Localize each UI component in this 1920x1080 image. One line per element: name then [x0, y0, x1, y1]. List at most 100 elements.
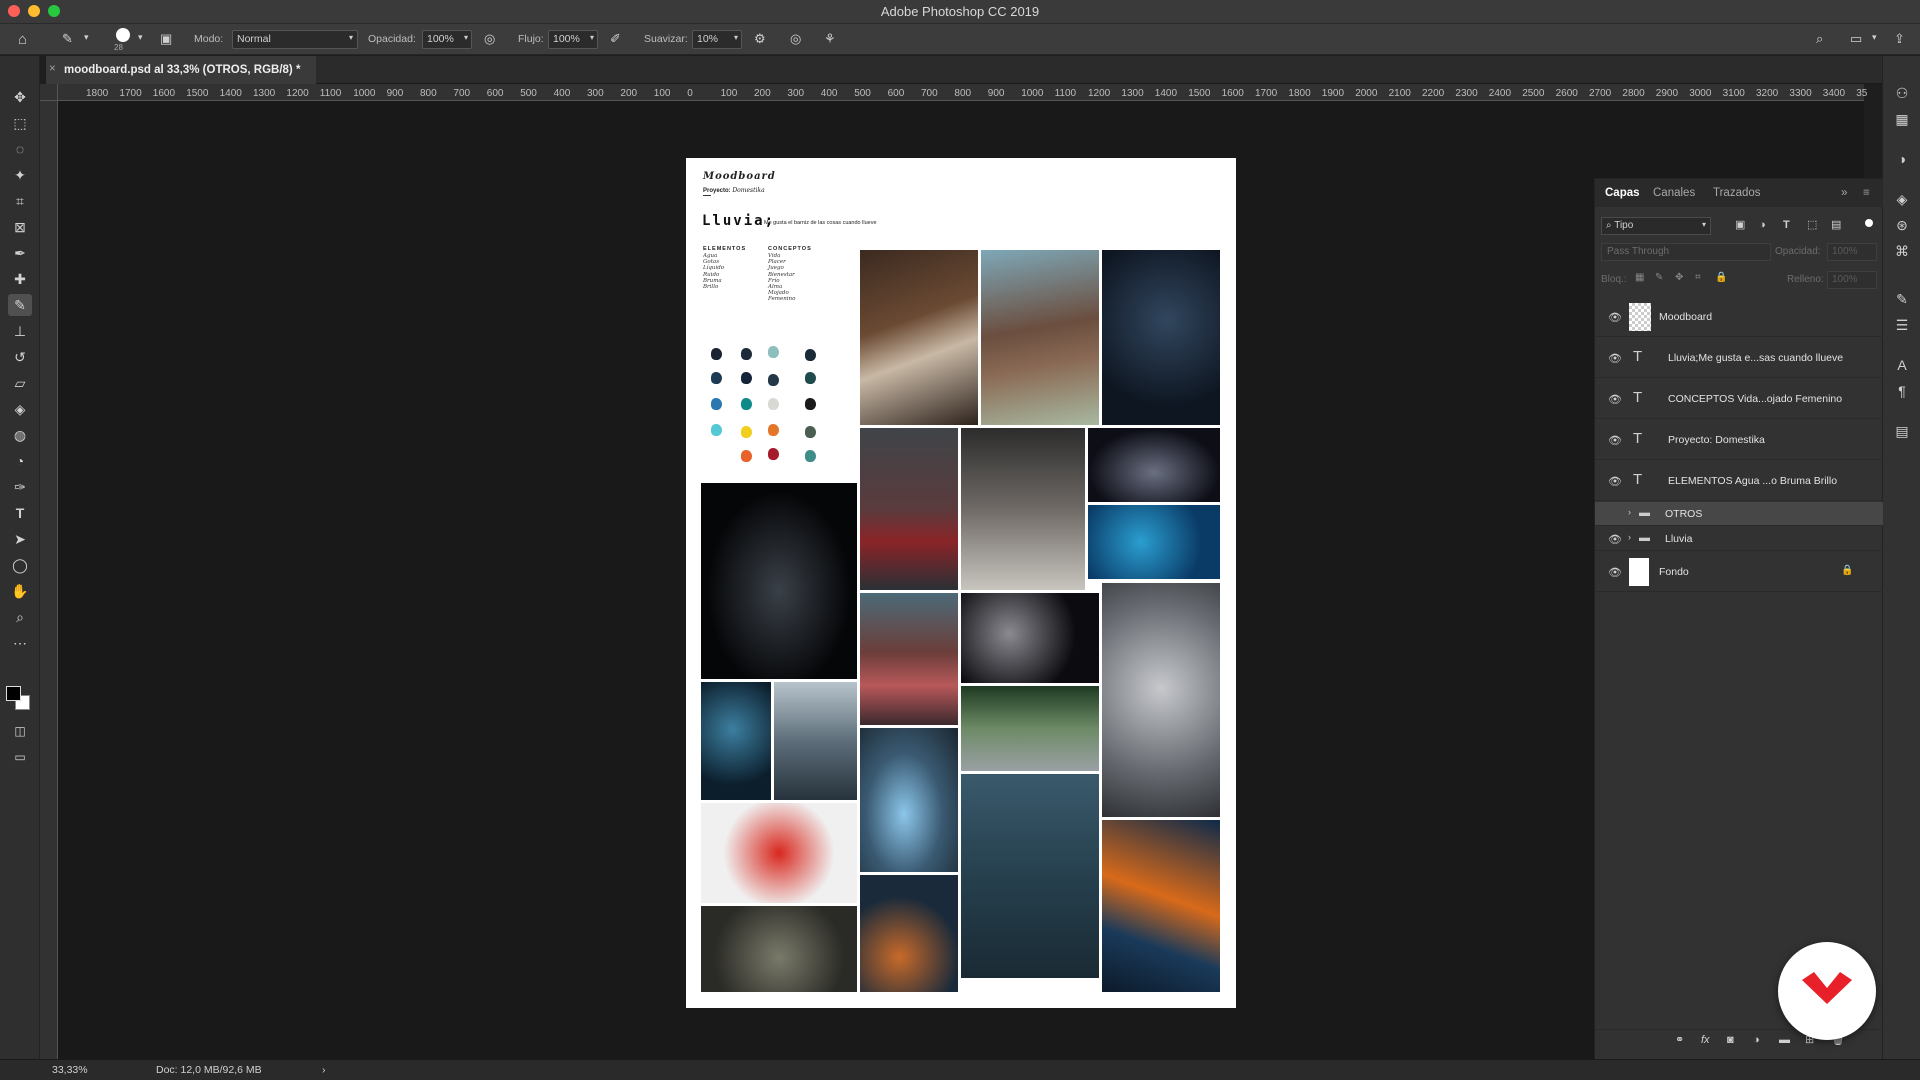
stamp-tool-icon[interactable]: ⊥: [8, 320, 32, 342]
chevron-down-icon[interactable]: ▾: [1872, 33, 1877, 42]
layer-opacity-input[interactable]: 100%: [1827, 243, 1877, 261]
paths-icon[interactable]: ⌘: [1892, 244, 1912, 258]
pressure-opacity-icon[interactable]: ◎: [484, 32, 495, 45]
layer-row[interactable]: 👁 Fondo 🔒: [1595, 552, 1883, 592]
zoom-level[interactable]: 33,33%: [52, 1064, 88, 1076]
dodge-tool-icon[interactable]: ◔: [8, 450, 32, 472]
search-icon[interactable]: ⌕: [1816, 32, 1823, 45]
panel-menu-icon[interactable]: ≡: [1863, 187, 1870, 199]
pen-tool-icon[interactable]: ✑: [8, 476, 32, 498]
layer-row[interactable]: 👁 T Proyecto: Domestika: [1595, 420, 1883, 460]
history-brush-tool-icon[interactable]: ↺: [8, 346, 32, 368]
quick-mask-icon[interactable]: ◫: [8, 720, 32, 742]
type-tool-icon[interactable]: T: [8, 502, 32, 524]
blur-tool-icon[interactable]: ◍: [8, 424, 32, 446]
chevron-down-icon[interactable]: ▾: [84, 33, 89, 42]
magic-wand-tool-icon[interactable]: ✦: [8, 164, 32, 186]
layers-icon[interactable]: ◈: [1892, 192, 1912, 206]
share-icon[interactable]: ⇪: [1894, 32, 1905, 45]
layer-group-row[interactable]: 👁 › ▬ Lluvia: [1595, 527, 1883, 551]
lock-pixels-icon[interactable]: ✎: [1655, 273, 1663, 283]
character-icon[interactable]: A: [1892, 358, 1912, 372]
home-icon[interactable]: ⌂: [18, 32, 27, 47]
chevron-right-icon[interactable]: ›: [1628, 532, 1631, 542]
symmetry-icon[interactable]: ⚘: [824, 32, 836, 45]
moodboard-document[interactable]: Moodboard Proyecto: Domestika Lluvia; Me…: [686, 158, 1236, 1008]
filter-toggle[interactable]: [1865, 219, 1873, 227]
layer-group-row-selected[interactable]: › ▬ OTROS: [1595, 502, 1883, 526]
more-tools-icon[interactable]: ⋯: [8, 632, 32, 654]
flow-input[interactable]: 100% ▾: [548, 30, 598, 49]
brush-settings-icon[interactable]: ▣: [160, 32, 172, 45]
filter-smart-object-icon[interactable]: ▤: [1831, 220, 1841, 231]
visibility-eye-icon[interactable]: 👁: [1608, 311, 1622, 324]
layer-row[interactable]: 👁 T CONCEPTOS Vida...ojado Femenino: [1595, 379, 1883, 419]
path-selection-tool-icon[interactable]: ➤: [8, 528, 32, 550]
add-mask-icon[interactable]: ◙: [1727, 1035, 1734, 1046]
airbrush-icon[interactable]: ✐: [610, 32, 621, 45]
opacity-input[interactable]: 100% ▾: [422, 30, 472, 49]
foreground-color-swatch[interactable]: [6, 686, 21, 701]
healing-brush-tool-icon[interactable]: ✚: [8, 268, 32, 290]
chevron-right-icon[interactable]: ›: [322, 1064, 326, 1076]
collapse-panel-icon[interactable]: »: [1841, 187, 1847, 199]
visibility-eye-icon[interactable]: 👁: [1608, 533, 1622, 546]
crop-tool-icon[interactable]: ⌗: [8, 190, 32, 212]
chevron-right-icon[interactable]: ›: [1628, 507, 1631, 517]
gear-icon[interactable]: ⚙: [754, 32, 766, 45]
workspace-icon[interactable]: ▭: [1850, 32, 1862, 45]
fill-input[interactable]: 100%: [1827, 271, 1877, 289]
eraser-tool-icon[interactable]: ▱: [8, 372, 32, 394]
filter-pixel-icon[interactable]: ▣: [1735, 220, 1745, 231]
lasso-tool-icon[interactable]: ◌: [8, 138, 32, 160]
brush-settings-icon[interactable]: ✎: [1892, 292, 1912, 306]
vertical-ruler[interactable]: [40, 101, 58, 1059]
filter-type-icon[interactable]: T: [1783, 220, 1790, 231]
filter-adjustment-icon[interactable]: ◑: [1759, 220, 1766, 231]
tab-channels[interactable]: Canales: [1653, 187, 1695, 199]
document-tab[interactable]: × moodboard.psd al 33,3% (OTROS, RGB/8) …: [46, 56, 316, 84]
filter-shape-icon[interactable]: ⬚: [1807, 220, 1817, 231]
link-layers-icon[interactable]: ⚭: [1675, 1035, 1684, 1046]
tab-layers[interactable]: Capas: [1605, 187, 1640, 199]
lock-artboard-icon[interactable]: ⌗: [1695, 273, 1701, 283]
lock-transparent-icon[interactable]: ▦: [1635, 273, 1644, 283]
visibility-eye-icon[interactable]: 👁: [1608, 393, 1622, 406]
doc-info[interactable]: Doc: 12,0 MB/92,6 MB: [156, 1064, 262, 1076]
visibility-eye-icon[interactable]: 👁: [1608, 352, 1622, 365]
3d-icon[interactable]: ⚇: [1892, 86, 1912, 100]
layer-row[interactable]: 👁 T ELEMENTOS Agua ...o Bruma Brillo: [1595, 461, 1883, 501]
marquee-tool-icon[interactable]: ⬚: [8, 112, 32, 134]
hand-tool-icon[interactable]: ✋: [8, 580, 32, 602]
blend-mode-select[interactable]: Pass Through: [1601, 243, 1771, 261]
move-tool-icon[interactable]: ✥: [8, 86, 32, 108]
glyphs-icon[interactable]: ▤: [1892, 424, 1912, 438]
paint-bucket-tool-icon[interactable]: ◈: [8, 398, 32, 420]
layer-filter-select[interactable]: ⌕ Tipo ▾: [1601, 217, 1711, 235]
ellipse-tool-icon[interactable]: ◯: [8, 554, 32, 576]
tab-paths[interactable]: Trazados: [1713, 187, 1761, 199]
lock-all-icon[interactable]: 🔒: [1715, 273, 1727, 283]
frame-tool-icon[interactable]: ⊠: [8, 216, 32, 238]
paragraph-icon[interactable]: ¶: [1892, 384, 1912, 398]
layer-style-icon[interactable]: fx: [1701, 1035, 1710, 1046]
channels-icon[interactable]: ⊛: [1892, 218, 1912, 232]
horizontal-ruler[interactable]: 1800 1700 1600 1500 1400 1300 1200 1100 1000 900 8…: [58, 84, 1867, 101]
close-icon[interactable]: ×: [49, 63, 56, 75]
adjustments-icon[interactable]: ◑: [1892, 152, 1912, 166]
lock-position-icon[interactable]: ✥: [1675, 273, 1683, 283]
zoom-tool-icon[interactable]: ⌕: [8, 606, 32, 628]
brush-preset-icon[interactable]: ✎: [62, 32, 73, 45]
chevron-down-icon[interactable]: ▾: [138, 33, 143, 42]
brush-size-icon[interactable]: [116, 28, 130, 42]
eyedropper-tool-icon[interactable]: ✒: [8, 242, 32, 264]
brush-tool-icon[interactable]: ✎: [8, 294, 32, 316]
layer-row[interactable]: 👁 T Lluvia;Me gusta e...sas cuando lluev…: [1595, 338, 1883, 378]
screen-mode-icon[interactable]: ▭: [8, 746, 32, 768]
mode-select[interactable]: Normal ▾: [232, 30, 358, 49]
visibility-eye-icon[interactable]: 👁: [1608, 434, 1622, 447]
layer-row[interactable]: 👁 Moodboard: [1595, 297, 1883, 337]
pressure-size-icon[interactable]: ◎: [790, 32, 801, 45]
smoothing-input[interactable]: 10% ▾: [692, 30, 742, 49]
properties-icon[interactable]: ☰: [1892, 318, 1912, 332]
